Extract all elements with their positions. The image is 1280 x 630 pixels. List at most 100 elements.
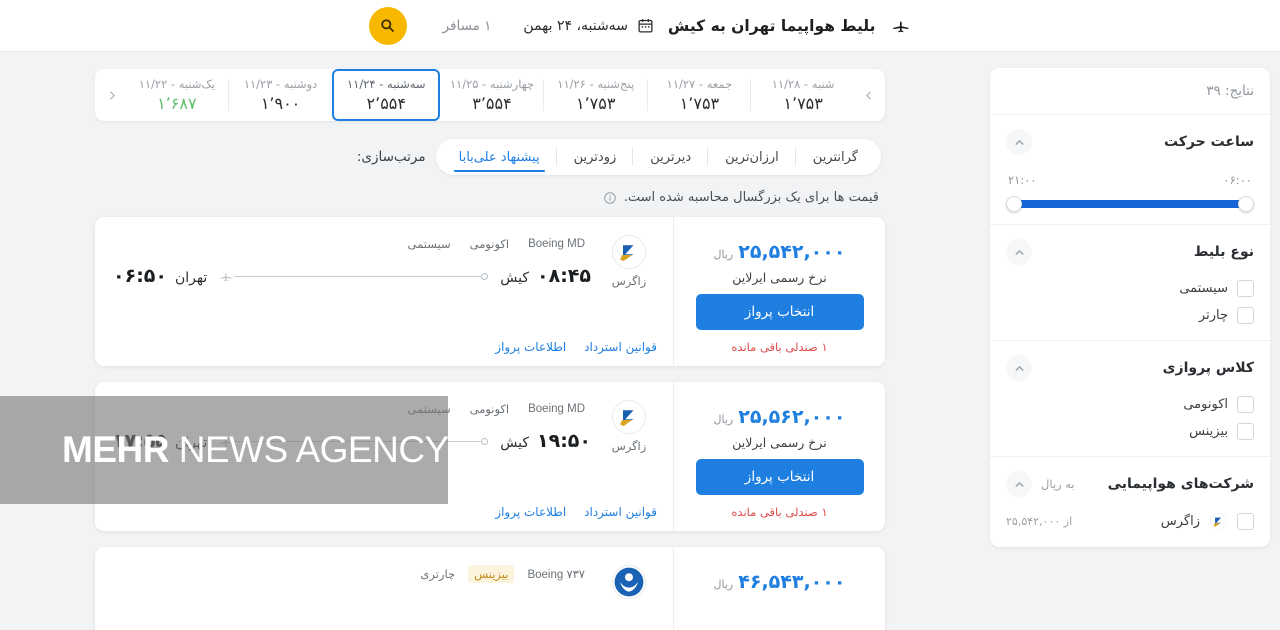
checkbox-row-business[interactable]: بیزینس xyxy=(1006,423,1254,440)
checkbox-icon[interactable] xyxy=(1237,307,1254,324)
page-body: نتایج: ۳۹ ساعت حرکت ۰۶:۰۰ ۲۱:۰۰ نوع بلیط… xyxy=(0,52,1280,630)
app-root: بلیط هواپیما تهران به کیش سه‌شنبه، ۲۴ به… xyxy=(0,0,1280,630)
date-item-price: ۳٬۵۵۴ xyxy=(472,94,512,113)
zagros-logo-icon xyxy=(1209,512,1228,531)
sort-options: گرانترین ارزان‌ترین دیرترین زودترین پیشن… xyxy=(435,139,881,175)
sort-option-most-expensive[interactable]: گرانترین xyxy=(796,139,875,175)
route-origin-dot-icon xyxy=(481,272,489,280)
flight-card[interactable]: ۲۵,۵۶۲,۰۰۰ ریال نرخ رسمی ایرلاین انتخاب … xyxy=(95,382,885,531)
chevron-up-icon[interactable] xyxy=(1006,355,1032,381)
ticket-type-tag: سیستمی xyxy=(407,237,451,251)
sort-option-label: زودترین xyxy=(573,149,617,165)
sort-option-cheapest[interactable]: ارزان‌ترین xyxy=(708,139,796,175)
flight-price: ۲۵,۵۴۲,۰۰۰ xyxy=(738,241,846,263)
select-flight-button[interactable]: انتخاب پرواز xyxy=(695,459,864,495)
date-item-5[interactable]: دوشنبه - ۱۱/۲۳ ۱٬۹۰۰ xyxy=(229,69,333,121)
sort-option-label: ارزان‌ترین xyxy=(725,149,779,165)
filter-header: ساعت حرکت xyxy=(1006,129,1254,155)
date-item-4-selected[interactable]: سه‌شنبه - ۱۱/۲۴ ۲٬۵۵۴ xyxy=(332,69,441,121)
date-item-price: ۱٬۷۵۳ xyxy=(679,94,720,113)
chevron-up-icon[interactable] xyxy=(1006,471,1032,497)
ticket-type-tag: سیستمی xyxy=(407,402,451,416)
cabin-tag: بیزینس xyxy=(468,565,515,583)
plane-icon xyxy=(219,435,234,448)
slider-knob-max[interactable] xyxy=(1238,196,1254,212)
arrival-city: کیش xyxy=(500,435,529,451)
date-item-3[interactable]: چهارشنبه - ۱۱/۲۵ ۳٬۵۵۴ xyxy=(440,69,544,121)
date-item-price: ۱٬۶۸۷ xyxy=(157,94,197,113)
time-range-slider[interactable]: ۰۶:۰۰ ۲۱:۰۰ xyxy=(1006,173,1254,212)
sort-option-latest[interactable]: دیرترین xyxy=(633,139,709,175)
flight-price-panel: ۴۶,۵۴۳,۰۰۰ ریال xyxy=(673,547,885,630)
filters-card: نتایج: ۳۹ ساعت حرکت ۰۶:۰۰ ۲۱:۰۰ نوع بلیط… xyxy=(990,68,1270,547)
results-main: شنبه - ۱۱/۲۸ ۱٬۷۵۳ جمعه - ۱۱/۲۷ ۱٬۷۵۳ پن… xyxy=(0,68,980,630)
slider-labels: ۰۶:۰۰ ۲۱:۰۰ xyxy=(1006,173,1254,187)
checkbox-row-charter[interactable]: چارتر xyxy=(1006,307,1254,324)
checkbox-row-systemi[interactable]: سیستمی xyxy=(1006,280,1254,297)
flight-detail-panel: زاگرس Boeing MD اکونومی سیستمی xyxy=(95,382,673,531)
flight-detail-top: زاگرس Boeing MD اکونومی سیستمی xyxy=(113,398,657,453)
filter-title: کلاس پروازی xyxy=(1162,360,1254,376)
date-item-6[interactable]: یک‌شنبه - ۱۱/۲۲ ۱٬۶۸۷ xyxy=(125,69,229,121)
chevron-up-icon[interactable] xyxy=(1006,239,1032,265)
checkbox-icon[interactable] xyxy=(1237,423,1254,440)
option-label: بیزینس xyxy=(1189,424,1228,439)
flight-info-link[interactable]: اطلاعات پرواز xyxy=(495,505,566,519)
date-strip-prev-button[interactable] xyxy=(855,69,881,121)
currency-note: به ریال xyxy=(1041,477,1075,491)
slider-knob-min[interactable] xyxy=(1006,196,1022,212)
flight-detail-top: زاگرس Boeing MD اکونومی سیستمی xyxy=(113,233,657,288)
arrival-time: ۱۹:۵۰ xyxy=(537,430,591,452)
date-item-price: ۱٬۷۵۳ xyxy=(783,94,823,113)
flight-currency: ریال xyxy=(713,578,734,591)
header-passengers: ۱ مسافر xyxy=(442,17,492,34)
checkbox-icon[interactable] xyxy=(1237,396,1254,413)
header-date: سه‌شنبه، ۲۴ بهمن xyxy=(523,17,628,34)
flight-info-link[interactable]: اطلاعات پرواز xyxy=(495,340,566,354)
filter-airlines: شرکت‌های هواپیمایی به ریال xyxy=(990,457,1270,547)
search-button[interactable] xyxy=(368,6,407,45)
date-strip-next-button[interactable] xyxy=(99,69,125,121)
date-item-2[interactable]: پنج‌شنبه - ۱۱/۲۶ ۱٬۷۵۳ xyxy=(544,69,648,121)
seats-left-text: ۱ صندلی باقی مانده xyxy=(731,340,828,354)
results-count: نتایج: ۳۹ xyxy=(1206,83,1254,99)
departure-city: تهران xyxy=(175,435,208,451)
option-label: اکونومی xyxy=(1183,397,1228,412)
checkbox-icon[interactable] xyxy=(1237,513,1254,530)
date-item-day: یک‌شنبه - ۱۱/۲۲ xyxy=(138,77,215,91)
select-flight-button[interactable]: انتخاب پرواز xyxy=(695,294,864,330)
flight-tags: Boeing MD اکونومی سیستمی xyxy=(113,398,591,420)
refund-rules-link[interactable]: قوانین استرداد xyxy=(584,340,657,354)
airline-from-price: از ۲۵,۵۴۲,۰۰۰ xyxy=(1006,515,1073,528)
date-item-0[interactable]: شنبه - ۱۱/۲۸ ۱٬۷۵۳ xyxy=(751,69,855,121)
header-date-group[interactable]: سه‌شنبه، ۲۴ بهمن xyxy=(523,17,654,34)
date-item-1[interactable]: جمعه - ۱۱/۲۷ ۱٬۷۵۳ xyxy=(648,69,752,121)
sort-option-earliest[interactable]: زودترین xyxy=(557,139,634,175)
airline-name: زاگرس xyxy=(611,274,647,288)
route-bar xyxy=(234,440,482,442)
sort-option-alibaba-suggestion[interactable]: پیشنهاد علی‌بابا xyxy=(442,139,557,175)
checkbox-icon[interactable] xyxy=(1237,280,1254,297)
filter-head-right: به ریال xyxy=(1006,471,1075,497)
slider-track[interactable] xyxy=(1006,196,1254,212)
price-line: ۴۶,۵۴۳,۰۰۰ ریال xyxy=(714,571,846,593)
flight-card[interactable]: ۴۶,۵۴۳,۰۰۰ ریال Boeing ۷۳۷ بیزینس چارتری xyxy=(95,547,885,630)
plane-icon xyxy=(889,17,911,35)
cabin-tag: اکونومی xyxy=(469,402,510,416)
airline-block: زاگرس xyxy=(601,398,657,453)
flight-tags: Boeing MD اکونومی سیستمی xyxy=(113,233,591,255)
chevron-up-icon[interactable] xyxy=(1006,129,1032,155)
flight-detail-top: Boeing ۷۳۷ بیزینس چارتری xyxy=(113,563,657,604)
filter-cabin-class: کلاس پروازی اکونومی بیزینس xyxy=(990,341,1270,457)
arrival-endpoint: ۱۹:۵۰ کیش xyxy=(500,430,591,452)
airline-options: زاگرس از ۲۵,۵۴۲,۰۰۰ xyxy=(1006,512,1254,531)
date-strip: شنبه - ۱۱/۲۸ ۱٬۷۵۳ جمعه - ۱۱/۲۷ ۱٬۷۵۳ پن… xyxy=(95,69,885,121)
plane-icon xyxy=(219,270,234,283)
refund-rules-link[interactable]: قوانین استرداد xyxy=(584,505,657,519)
aircraft-tag: Boeing MD xyxy=(528,403,585,415)
zagros-logo-icon xyxy=(612,235,646,269)
ticket-type-options: سیستمی چارتر xyxy=(1006,280,1254,324)
checkbox-row-zagros[interactable]: زاگرس از ۲۵,۵۴۲,۰۰۰ xyxy=(1006,512,1254,531)
flight-card[interactable]: ۲۵,۵۴۲,۰۰۰ ریال نرخ رسمی ایرلاین انتخاب … xyxy=(95,217,885,366)
checkbox-row-economy[interactable]: اکونومی xyxy=(1006,396,1254,413)
